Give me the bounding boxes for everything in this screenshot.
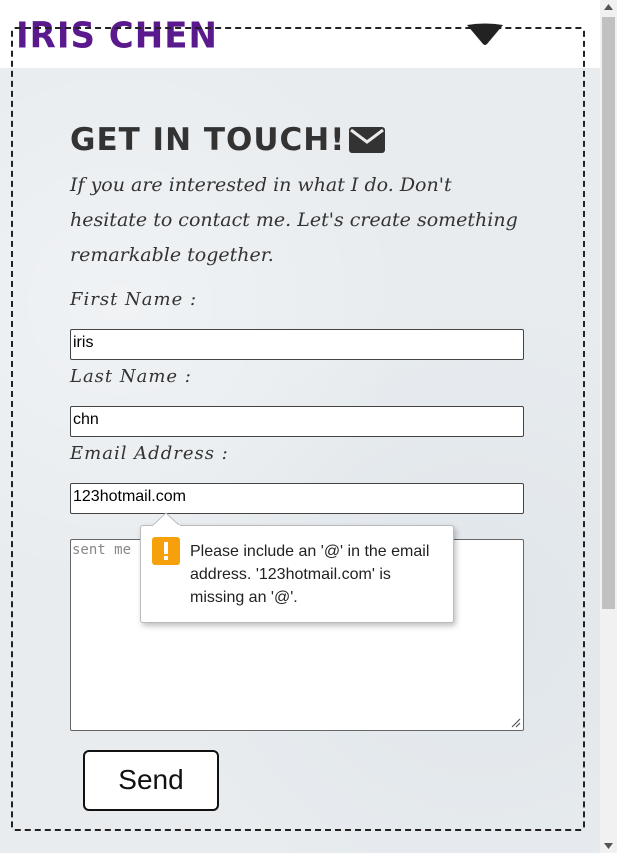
validation-tooltip: Please include an '@' in the email addre… xyxy=(140,525,454,623)
contact-heading-text: GET IN TOUCH! xyxy=(70,122,346,158)
first-name-value: iris xyxy=(73,334,94,351)
scroll-up-arrow-icon[interactable] xyxy=(604,4,613,10)
email-label: Email Address : xyxy=(70,443,229,464)
vertical-scrollbar[interactable] xyxy=(600,0,617,853)
send-button[interactable]: Send xyxy=(83,750,219,811)
last-name-label: Last Name : xyxy=(70,366,192,387)
contact-intro: If you are interested in what I do. Don'… xyxy=(70,174,518,266)
email-field[interactable]: 123hotmail.com xyxy=(70,483,524,514)
scroll-down-arrow-icon[interactable] xyxy=(604,843,613,849)
contact-heading: GET IN TOUCH! xyxy=(70,122,386,158)
email-value: 123hotmail.com xyxy=(73,488,186,505)
first-name-label: First Name : xyxy=(70,289,198,310)
last-name-value: chn xyxy=(73,411,99,428)
resize-handle-icon[interactable] xyxy=(511,718,521,728)
warning-icon xyxy=(152,537,180,565)
tooltip-arrow xyxy=(152,512,181,527)
envelope-icon xyxy=(349,127,386,153)
scrollbar-thumb[interactable] xyxy=(602,17,615,609)
message-placeholder: sent me xyxy=(72,542,132,558)
validation-message: Please include an '@' in the email addre… xyxy=(190,543,430,606)
first-name-field[interactable]: iris xyxy=(70,329,524,360)
last-name-field[interactable]: chn xyxy=(70,406,524,437)
